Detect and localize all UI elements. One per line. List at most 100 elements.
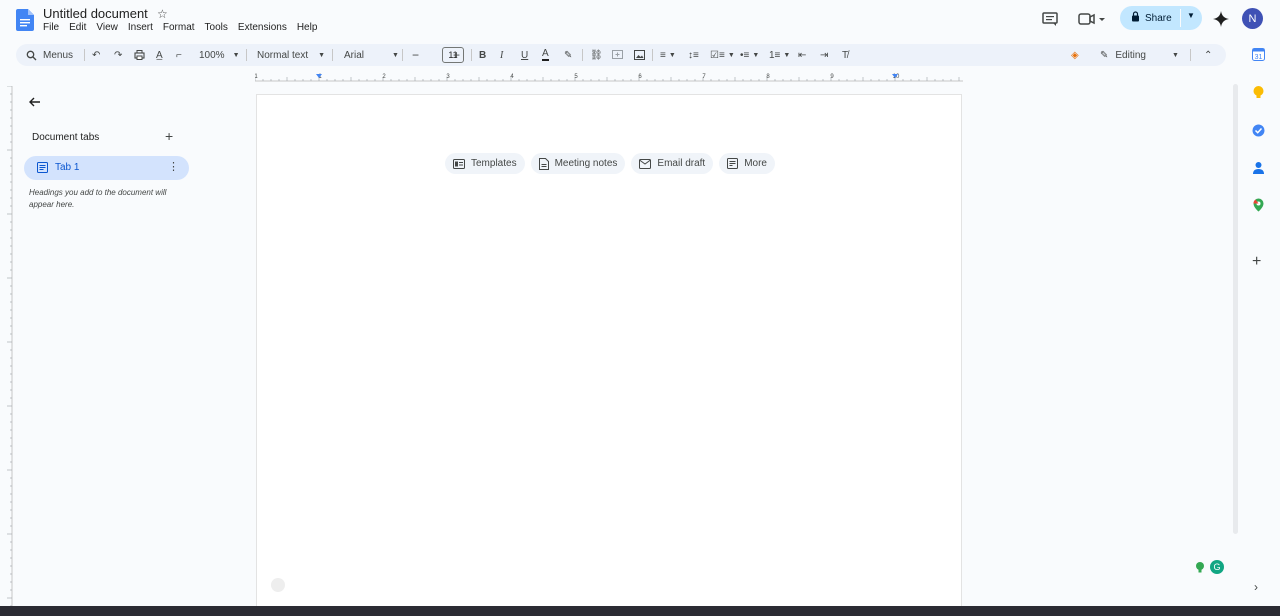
meeting-notes-label: Meeting notes [554,158,618,169]
ruler-label: 7 [702,74,706,80]
document-tabs-title: Document tabs [32,132,100,143]
menu-extensions[interactable]: Extensions [238,22,287,33]
taskbar [0,606,1280,616]
font-select[interactable]: Arial ▼ [344,44,399,66]
image-icon[interactable] [634,44,645,66]
toolbar: Menus ↶ ↷ A̲ ⌐ 100% ▼ Normal text ▼ Aria… [16,44,1226,66]
more-options-icon[interactable]: ⋮ [168,160,179,173]
header: Untitled document ☆ File Edit View Inser… [0,0,1280,40]
ruler-label: 1 [255,74,258,80]
align-icon[interactable]: ≡ ▼ [660,44,676,66]
highlight-icon[interactable]: ✎ [564,44,572,66]
toolbar-divider [652,49,653,61]
comments-icon[interactable] [1041,10,1059,28]
gemini-icon[interactable] [1212,10,1230,28]
grammarly-icon[interactable]: G [1210,560,1224,574]
more-chip[interactable]: More [719,153,775,174]
undo-icon[interactable]: ↶ [92,44,100,66]
toolbar-divider [471,49,472,61]
document-title[interactable]: Untitled document [43,6,148,21]
grammarly-toolbar-icon[interactable]: ◈ [1071,44,1079,66]
side-panel: 31 + › [1240,40,1280,616]
search-menus[interactable]: Menus [26,44,73,66]
ruler-label: 6 [638,74,642,80]
text-color-icon[interactable]: A [542,44,549,66]
print-icon[interactable] [134,44,145,66]
zoom-select[interactable]: 100% ▼ [199,44,240,66]
line-spacing-icon[interactable]: ↕≡ [688,44,699,66]
menu-help[interactable]: Help [297,22,318,33]
tasks-icon[interactable] [1252,124,1265,137]
maps-icon[interactable] [1252,198,1265,212]
share-button[interactable]: Share ▼ [1120,6,1202,30]
underline-icon[interactable]: U [521,44,528,66]
toolbar-divider [1190,49,1191,61]
pencil-icon: ✎ [1100,49,1109,61]
menu-format[interactable]: Format [163,22,195,33]
increase-font-size-icon[interactable]: + [453,44,460,66]
calendar-icon[interactable]: 31 [1252,48,1265,61]
menu-edit[interactable]: Edit [69,22,86,33]
menu-tools[interactable]: Tools [205,22,228,33]
share-dropdown-icon[interactable]: ▼ [1187,11,1195,20]
more-icon [727,158,739,169]
keep-icon[interactable] [1252,85,1265,99]
bold-icon[interactable]: B [479,44,486,66]
search-icon [26,50,37,60]
svg-text:31: 31 [1255,54,1263,61]
templates-icon [453,158,465,169]
comment-add-icon[interactable] [612,44,623,66]
horizontal-ruler[interactable]: 1 1 2 3 4 5 6 7 8 9 10 [255,72,963,82]
spellcheck-icon[interactable]: A̲ [156,44,163,66]
mail-icon [639,158,652,169]
search-menus-label: Menus [43,49,74,61]
link-icon[interactable]: ⛓ [590,44,603,66]
collapse-menus-icon[interactable]: ⌃ [1204,44,1212,66]
chevron-right-icon[interactable]: › [1254,580,1258,594]
checklist-icon[interactable]: ☑≡ ▼ [710,44,735,66]
vertical-ruler [7,86,13,606]
decrease-indent-icon[interactable]: ⇤ [798,44,806,66]
editing-mode-select[interactable]: ✎ Editing ▼ [1100,44,1179,66]
font-value: Arial [344,49,365,61]
email-draft-chip[interactable]: Email draft [631,153,714,174]
zoom-value: 100% [199,49,225,61]
meeting-notes-chip[interactable]: Meeting notes [530,153,626,174]
numbered-list-icon[interactable]: 1≡ ▼ [769,44,790,66]
increase-indent-icon[interactable]: ⇥ [820,44,828,66]
back-arrow-icon[interactable] [28,95,42,109]
toolbar-divider [246,49,247,61]
star-icon[interactable]: ☆ [157,7,168,21]
toolbar-divider [332,49,333,61]
menu-insert[interactable]: Insert [128,22,153,33]
tab-item[interactable]: Tab 1 ⋮ [24,156,189,180]
document-icon [538,157,549,170]
docs-logo-icon[interactable] [16,9,34,31]
ruler-label: 2 [382,74,386,80]
tab-label: Tab 1 [55,162,80,173]
chevron-down-icon: ▼ [1171,51,1179,59]
avatar[interactable]: N [1242,8,1263,29]
lock-icon [1131,11,1140,25]
building-block-chips: Templates Meeting notes Email draft More [445,153,775,174]
page-options-icon[interactable] [271,578,285,592]
meet-icon[interactable] [1077,10,1107,28]
lightbulb-icon[interactable] [1195,561,1205,573]
menu-file[interactable]: File [43,22,59,33]
add-app-icon[interactable]: + [1252,253,1261,271]
menu-view[interactable]: View [96,22,118,33]
share-divider [1180,9,1181,27]
redo-icon[interactable]: ↷ [114,44,122,66]
ruler-label: 3 [446,74,450,80]
style-select[interactable]: Normal text ▼ [257,44,325,66]
decrease-font-size-icon[interactable]: − [412,44,419,66]
add-tab-icon[interactable]: + [165,128,173,144]
paint-format-icon[interactable]: ⌐ [176,44,182,66]
vertical-scrollbar[interactable] [1233,84,1238,534]
italic-icon[interactable]: I [500,44,503,66]
contacts-icon[interactable] [1252,161,1265,174]
ruler-label: 4 [510,74,514,80]
bulleted-list-icon[interactable]: •≡ ▼ [740,44,759,66]
templates-chip[interactable]: Templates [445,153,525,174]
clear-formatting-icon[interactable]: T̸ [842,44,848,66]
